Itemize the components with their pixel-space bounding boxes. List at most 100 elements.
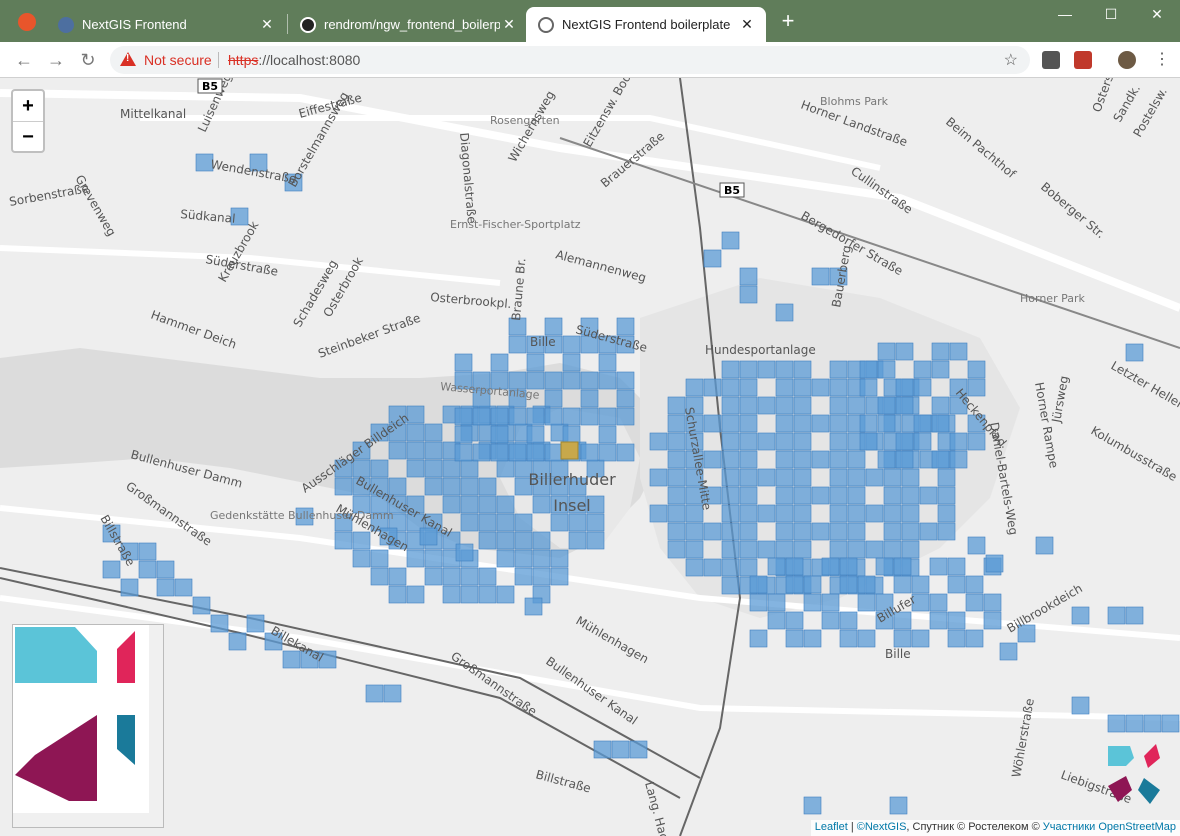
grid-cell[interactable]: [721, 432, 740, 451]
grid-cell[interactable]: [514, 531, 533, 550]
grid-cell[interactable]: [911, 575, 930, 594]
grid-cell[interactable]: [847, 396, 866, 415]
grid-cell[interactable]: [929, 557, 948, 576]
grid-cell[interactable]: [901, 540, 920, 559]
grid-cell[interactable]: [667, 486, 686, 505]
grid-cell[interactable]: [667, 468, 686, 487]
legend-scrollbar-horizontal[interactable]: [13, 813, 163, 827]
grid-cell[interactable]: [859, 414, 878, 433]
grid-cell[interactable]: [526, 407, 545, 426]
grid-cell[interactable]: [775, 432, 794, 451]
grid-cell[interactable]: [568, 513, 587, 532]
grid-cell[interactable]: [544, 407, 563, 426]
grid-cell[interactable]: [616, 443, 635, 462]
grid-cell[interactable]: [478, 567, 497, 586]
grid-cell[interactable]: [913, 378, 932, 397]
grid-cell[interactable]: [965, 593, 984, 612]
grid-cell[interactable]: [877, 450, 896, 469]
grid-cell[interactable]: [532, 549, 551, 568]
window-close-button[interactable]: ✕: [1134, 0, 1180, 30]
grid-cell[interactable]: [829, 396, 848, 415]
grid-cell[interactable]: [174, 578, 193, 597]
grid-cell[interactable]: [593, 740, 612, 759]
grid-cell[interactable]: [947, 629, 966, 648]
grid-cell[interactable]: [767, 611, 786, 630]
grid-cell[interactable]: [478, 477, 497, 496]
grid-cell[interactable]: [893, 629, 912, 648]
grid-cell[interactable]: [803, 629, 822, 648]
grid-cell[interactable]: [406, 459, 425, 478]
grid-cell[interactable]: [931, 360, 950, 379]
grid-cell[interactable]: [365, 684, 384, 703]
grid-cell[interactable]: [544, 389, 563, 408]
grid-cell[interactable]: [721, 468, 740, 487]
grid-cell[interactable]: [911, 629, 930, 648]
grid-cell[interactable]: [442, 477, 461, 496]
grid-cell[interactable]: [821, 593, 840, 612]
grid-cell[interactable]: [775, 414, 794, 433]
grid-cell[interactable]: [739, 432, 758, 451]
grid-cell[interactable]: [1125, 606, 1144, 625]
grid-cell[interactable]: [721, 450, 740, 469]
grid-cell[interactable]: [919, 522, 938, 541]
grid-cell[interactable]: [721, 378, 740, 397]
grid-cell[interactable]: [811, 522, 830, 541]
grid-cell[interactable]: [721, 522, 740, 541]
grid-cell[interactable]: [282, 650, 301, 669]
grid-cell[interactable]: [649, 468, 668, 487]
grid-cell[interactable]: [721, 504, 740, 523]
map-container[interactable]: Mittelkanal Eiffestraße Wendenstraße Sorben…: [0, 78, 1180, 836]
grid-cell[interactable]: [352, 549, 371, 568]
grid-cell[interactable]: [913, 360, 932, 379]
grid-cell[interactable]: [460, 495, 479, 514]
grid-cell[interactable]: [937, 522, 956, 541]
grid-cell[interactable]: [649, 504, 668, 523]
grid-cell[interactable]: [859, 360, 878, 379]
grid-cell[interactable]: [424, 567, 443, 586]
grid-cell[interactable]: [847, 486, 866, 505]
grid-cell[interactable]: [793, 432, 812, 451]
grid-cell[interactable]: [454, 443, 473, 462]
grid-cell[interactable]: [889, 796, 908, 815]
grid-cell[interactable]: [616, 389, 635, 408]
legend-panel[interactable]: [12, 624, 164, 828]
grid-cell[interactable]: [793, 414, 812, 433]
grid-cell[interactable]: [526, 443, 545, 462]
grid-cell[interactable]: [703, 414, 722, 433]
grid-cell[interactable]: [749, 629, 768, 648]
grid-cell[interactable]: [1107, 606, 1126, 625]
grid-cell[interactable]: [514, 513, 533, 532]
grid-cell[interactable]: [901, 504, 920, 523]
grid-cell[interactable]: [895, 450, 914, 469]
grid-cell[interactable]: [454, 353, 473, 372]
grid-cell[interactable]: [811, 450, 830, 469]
grid-cell[interactable]: [739, 468, 758, 487]
grid-cell[interactable]: [598, 443, 617, 462]
grid-cell[interactable]: [739, 378, 758, 397]
grid-cell[interactable]: [967, 432, 986, 451]
grid-cell[interactable]: [667, 450, 686, 469]
grid-cell[interactable]: [901, 468, 920, 487]
grid-cell[interactable]: [893, 557, 912, 576]
grid-cell[interactable]: [793, 378, 812, 397]
grid-cell[interactable]: [757, 540, 776, 559]
forward-button[interactable]: →: [44, 48, 68, 72]
zoom-in-button[interactable]: +: [13, 91, 43, 121]
grid-cell[interactable]: [857, 575, 876, 594]
grid-cell[interactable]: [562, 407, 581, 426]
grid-cell[interactable]: [721, 486, 740, 505]
bookmark-star-icon[interactable]: ☆: [1004, 50, 1018, 70]
browser-app-icon[interactable]: [18, 13, 36, 31]
grid-cell[interactable]: [370, 459, 389, 478]
grid-cell[interactable]: [424, 441, 443, 460]
grid-cell[interactable]: [685, 522, 704, 541]
grid-cell[interactable]: [586, 513, 605, 532]
grid-cell[interactable]: [739, 267, 758, 286]
grid-cell[interactable]: [983, 611, 1002, 630]
grid-cell[interactable]: [875, 557, 894, 576]
grid-cell[interactable]: [424, 477, 443, 496]
grid-cell[interactable]: [767, 593, 786, 612]
grid-cell[interactable]: [895, 378, 914, 397]
grid-cell[interactable]: [508, 407, 527, 426]
grid-cell[interactable]: [749, 575, 768, 594]
